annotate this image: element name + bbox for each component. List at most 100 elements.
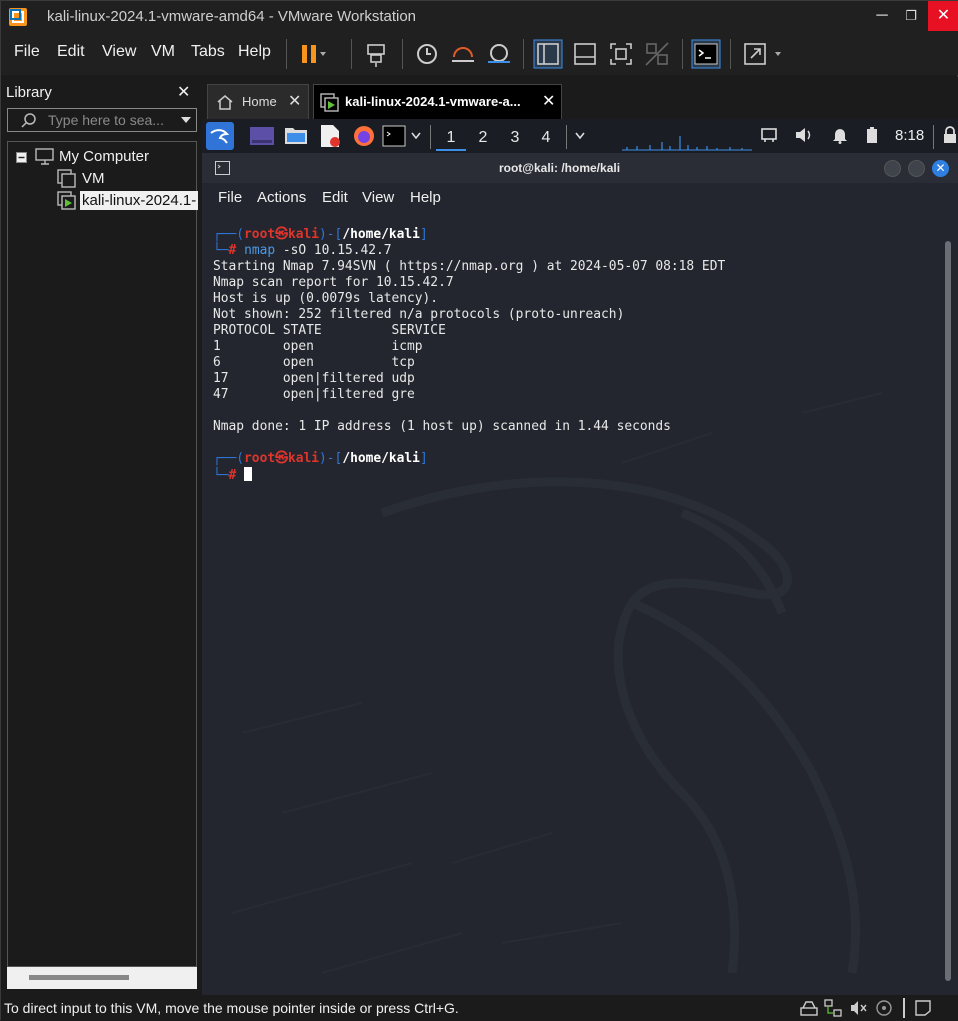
terminal-minimize-button[interactable] xyxy=(884,160,901,177)
tab-close-icon[interactable]: ✕ xyxy=(288,91,301,111)
output-line: Host is up (0.0079s latency). xyxy=(213,291,439,306)
sound-card-icon[interactable] xyxy=(849,998,869,1018)
lock-icon[interactable] xyxy=(943,126,957,144)
library-close-icon[interactable]: ✕ xyxy=(177,82,190,102)
maximize-button[interactable]: ❐ xyxy=(896,1,926,31)
menu-vm[interactable]: VM xyxy=(151,43,175,61)
tab-home[interactable]: Home ✕ xyxy=(207,84,309,119)
snapshot-icon[interactable] xyxy=(412,39,442,69)
toolbar-divider xyxy=(730,39,731,69)
workspace-2[interactable]: 2 xyxy=(468,125,498,151)
window-title: kali-linux-2024.1-vmware-amd64 - VMware … xyxy=(47,8,417,25)
output-line: 17 open|filtered udp xyxy=(213,371,415,386)
computer-icon xyxy=(35,148,54,165)
command-line: └─# xyxy=(213,467,943,483)
title-bar: kali-linux-2024.1-vmware-amd64 - VMware … xyxy=(1,1,958,33)
library-tree: My Computer VM kali-linux-2024.1- xyxy=(7,141,198,967)
output-line: PROTOCOL STATE SERVICE xyxy=(213,323,446,338)
menu-view[interactable]: View xyxy=(102,43,136,61)
close-button[interactable]: ✕ xyxy=(928,1,958,31)
show-library-icon[interactable] xyxy=(533,39,563,69)
library-scrollbar[interactable] xyxy=(7,967,197,989)
collapse-icon[interactable] xyxy=(16,152,27,163)
terminal-maximize-button[interactable] xyxy=(908,160,925,177)
toolbar-divider xyxy=(523,39,524,69)
volume-icon[interactable] xyxy=(794,126,814,144)
desktop-icon[interactable] xyxy=(249,126,275,146)
revert-snapshot-icon[interactable] xyxy=(448,39,478,69)
tab-home-label: Home xyxy=(242,94,277,109)
tree-my-computer[interactable]: My Computer xyxy=(59,148,149,165)
status-divider xyxy=(903,998,905,1018)
toolbar-divider xyxy=(286,39,287,69)
stretch-view-icon[interactable] xyxy=(741,39,789,69)
minimize-button[interactable]: ─ xyxy=(867,1,897,31)
chevron-down-icon[interactable] xyxy=(575,132,585,140)
vmware-window: kali-linux-2024.1-vmware-amd64 - VMware … xyxy=(0,0,958,1021)
toolbar-divider xyxy=(682,39,683,69)
chevron-down-icon[interactable] xyxy=(411,132,421,140)
output-line: 6 open tcp xyxy=(213,355,415,370)
workspace-4[interactable]: 4 xyxy=(531,125,561,151)
status-text: To direct input to this VM, move the mou… xyxy=(4,1000,459,1016)
menu-help[interactable]: Help xyxy=(238,43,271,61)
terminal-menu-actions[interactable]: Actions xyxy=(257,189,306,206)
text-editor-icon[interactable] xyxy=(319,124,341,148)
panel-divider xyxy=(933,125,934,149)
workspace-1[interactable]: 1 xyxy=(436,125,466,151)
terminal-menu-file[interactable]: File xyxy=(218,189,242,206)
terminal-close-button[interactable]: ✕ xyxy=(932,160,949,177)
menu-toolbar: File Edit View VM Tabs Help xyxy=(1,33,958,75)
vm-display[interactable]: 1 2 3 4 8:18 root@kali: /home/kali ✕ Fil… xyxy=(202,119,958,995)
terminal-title: root@kali: /home/kali xyxy=(498,161,621,175)
toolbar-divider xyxy=(351,39,352,69)
network-icon[interactable] xyxy=(760,126,778,144)
unity-mode-icon[interactable] xyxy=(642,39,672,69)
console-view-icon[interactable] xyxy=(691,39,721,69)
notification-bell-icon[interactable] xyxy=(832,126,848,144)
tab-strip: Home ✕ kali-linux-2024.1-vmware-a... ✕ xyxy=(202,77,958,119)
menu-file[interactable]: File xyxy=(14,43,40,61)
cd-dvd-icon[interactable] xyxy=(874,998,894,1018)
status-bar: To direct input to this VM, move the mou… xyxy=(1,995,958,1021)
thumbnail-bar-icon[interactable] xyxy=(570,39,600,69)
terminal-output[interactable]: ┌──(root㉿kali)-[/home/kali] └─# nmap -sO… xyxy=(213,227,943,483)
tree-item-kali[interactable]: kali-linux-2024.1- xyxy=(80,191,198,210)
tree-item-vm[interactable]: VM xyxy=(82,170,105,187)
terminal-window[interactable]: root@kali: /home/kali ✕ File Actions Edi… xyxy=(202,153,958,995)
scrollbar-thumb[interactable] xyxy=(945,241,951,981)
kali-menu-icon[interactable] xyxy=(205,121,235,151)
menu-tabs[interactable]: Tabs xyxy=(191,43,225,61)
scrollbar-thumb[interactable] xyxy=(29,975,129,980)
send-ctrl-alt-del-icon[interactable] xyxy=(362,39,392,69)
message-log-icon[interactable] xyxy=(913,998,933,1018)
terminal-menu-edit[interactable]: Edit xyxy=(322,189,348,206)
panel-divider xyxy=(430,125,431,149)
library-search-input[interactable] xyxy=(48,111,173,129)
snapshot-manager-icon[interactable] xyxy=(484,39,514,69)
prompt-line: ┌──(root㉿kali)-[/home/kali] xyxy=(213,451,428,466)
chevron-down-icon[interactable] xyxy=(180,116,192,124)
tab-kali[interactable]: kali-linux-2024.1-vmware-a... ✕ xyxy=(313,84,562,119)
file-manager-icon[interactable] xyxy=(284,125,308,145)
tab-close-icon[interactable]: ✕ xyxy=(542,91,555,111)
battery-icon[interactable] xyxy=(866,126,878,144)
hard-disk-icon[interactable] xyxy=(799,998,819,1018)
network-adapter-icon[interactable] xyxy=(823,998,843,1018)
library-search[interactable] xyxy=(7,108,197,132)
workspace-3[interactable]: 3 xyxy=(500,125,530,151)
terminal-menu-view[interactable]: View xyxy=(362,189,394,206)
terminal-scrollbar[interactable] xyxy=(945,241,951,981)
terminal-app-icon[interactable] xyxy=(382,125,406,147)
menu-edit[interactable]: Edit xyxy=(57,43,85,61)
fullscreen-icon[interactable] xyxy=(606,39,636,69)
command-line: └─# nmap -sO 10.15.42.7 xyxy=(213,243,392,258)
panel-clock[interactable]: 8:18 xyxy=(895,127,924,144)
pause-icon[interactable] xyxy=(296,39,326,69)
cpu-graph-icon xyxy=(622,136,752,151)
output-line: Nmap scan report for 10.15.42.7 xyxy=(213,275,454,290)
terminal-menu-help[interactable]: Help xyxy=(410,189,441,206)
firefox-icon[interactable] xyxy=(352,124,376,148)
